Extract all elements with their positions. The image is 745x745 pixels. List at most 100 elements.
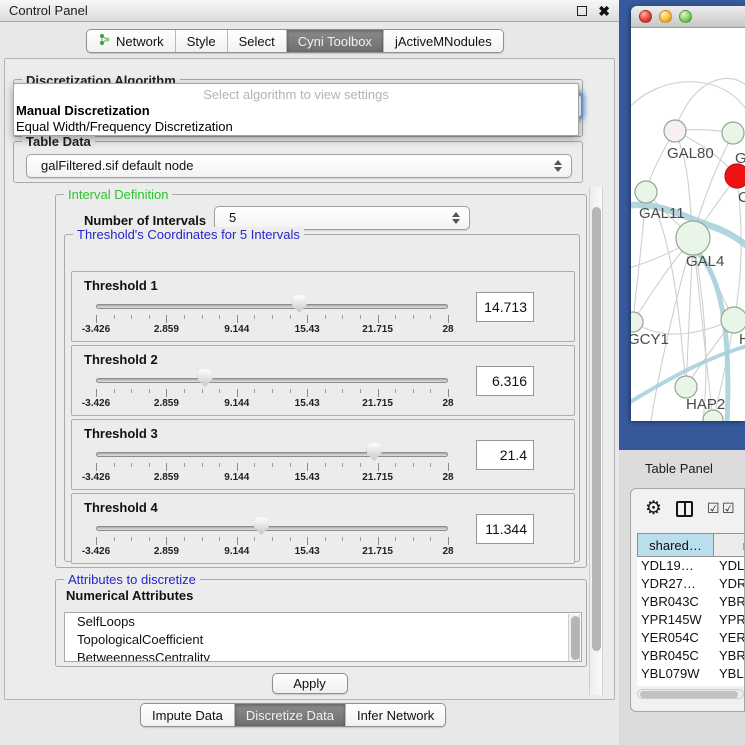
- slider-tick: [131, 537, 132, 541]
- slider-tick: [307, 537, 308, 545]
- panel-title: Control Panel: [9, 0, 88, 22]
- slider-tick: [96, 315, 97, 323]
- table-row[interactable]: YBL079WYBL0: [637, 665, 745, 683]
- gear-icon[interactable]: ⚙: [645, 497, 662, 520]
- slider-track[interactable]: [96, 378, 448, 383]
- close-traffic-light-icon[interactable]: [639, 10, 652, 23]
- threshold-value-field[interactable]: 14.713: [476, 292, 534, 322]
- network-node-gal80[interactable]: [664, 120, 686, 142]
- tick-label: 28: [426, 324, 470, 335]
- slider-thumb[interactable]: [198, 369, 213, 387]
- slider-tick: [219, 537, 220, 541]
- list-vertical-scrollbar[interactable]: [568, 614, 580, 662]
- threshold-value-field[interactable]: 11.344: [476, 514, 534, 544]
- network-node-gcy1[interactable]: [631, 312, 643, 332]
- cell-shared-name: YBL079W: [641, 665, 713, 683]
- table-row[interactable]: YDR27… YDR2: [637, 575, 745, 593]
- threshold-value-field[interactable]: 21.4: [476, 440, 534, 470]
- dropdown-item[interactable]: Manual Discretization: [14, 103, 578, 119]
- table-horizontal-scrollbar[interactable]: [637, 689, 744, 699]
- table-data-combobox[interactable]: galFiltered.sif default node: [26, 154, 572, 178]
- network-canvas[interactable]: GAL80GACGAL11GAL4GCY1HHAP2: [631, 28, 745, 421]
- tab-jactivemnodules[interactable]: jActiveMNodules: [383, 30, 503, 52]
- network-node-gal4[interactable]: [676, 221, 710, 255]
- cell-name: YDR2: [719, 575, 745, 593]
- tab-select[interactable]: Select: [227, 30, 286, 52]
- table-row[interactable]: YBR045CYBR0: [637, 647, 745, 665]
- tab-discretize-data[interactable]: Discretize Data: [234, 704, 345, 726]
- slider-tick: [378, 537, 379, 545]
- numerical-attributes-label: Numerical Attributes: [66, 588, 193, 603]
- slider-thumb[interactable]: [254, 517, 269, 535]
- float-window-icon[interactable]: [577, 6, 587, 16]
- network-node-hap2[interactable]: [675, 376, 697, 398]
- list-item[interactable]: BetweennessCentrality: [65, 649, 581, 662]
- cell-shared-name: YDR27…: [641, 575, 713, 593]
- slider-thumb[interactable]: [367, 443, 382, 461]
- checkbox-icon[interactable]: ☑: [707, 500, 720, 517]
- tab-cyni-toolbox[interactable]: Cyni Toolbox: [286, 30, 383, 52]
- panel-vertical-scrollbar[interactable]: [589, 187, 603, 695]
- table-panel: ⚙ ☑ ☑ shared… name YDL19…YDL1YDR27…YDR2Y…: [630, 488, 745, 712]
- slider-tick: [237, 463, 238, 471]
- node-attribute-table[interactable]: shared… name YDL19…YDL1YDR27… YDR2YBR043C…: [637, 533, 745, 686]
- cell-name: YER0: [719, 629, 745, 647]
- group-title: Threshold's Coordinates for 5 Intervals: [73, 227, 304, 242]
- network-node-gal11[interactable]: [635, 181, 657, 203]
- table-row[interactable]: YPR145WYPR1: [637, 611, 745, 629]
- split-columns-icon[interactable]: [676, 501, 693, 517]
- list-item[interactable]: SelfLoops: [65, 613, 581, 631]
- column-header-name[interactable]: name: [714, 533, 745, 557]
- table-row[interactable]: YBR043CYBR0: [637, 593, 745, 611]
- table-row[interactable]: YDL19…YDL1: [637, 557, 745, 575]
- scrollbar-thumb[interactable]: [571, 616, 580, 660]
- threshold-box: Threshold 4-3.4262.8599.14415.4321.71528…: [71, 493, 575, 564]
- slider-tick: [325, 463, 326, 467]
- table-row[interactable]: YLR345WYLR3: [637, 683, 745, 686]
- scrollbar-thumb[interactable]: [592, 207, 601, 651]
- table-row[interactable]: YER054CYER0: [637, 629, 745, 647]
- slider-track[interactable]: [96, 526, 448, 531]
- minimize-traffic-light-icon[interactable]: [659, 10, 672, 23]
- network-node-h[interactable]: [721, 307, 745, 333]
- list-item[interactable]: TopologicalCoefficient: [65, 631, 581, 649]
- scrollbar-thumb[interactable]: [640, 691, 738, 698]
- slider-tick: [413, 463, 414, 467]
- apply-button[interactable]: Apply: [272, 673, 348, 694]
- attributes-list[interactable]: SelfLoopsTopologicalCoefficientBetweenne…: [64, 612, 582, 662]
- dropdown-item[interactable]: Equal Width/Frequency Discretization: [14, 119, 578, 135]
- slider-thumb[interactable]: [292, 295, 307, 313]
- network-window-titlebar[interactable]: [631, 6, 745, 28]
- node-label: GA: [735, 150, 745, 167]
- cyni-bottom-tabs: Impute Data Discretize DataInfer Network: [140, 703, 446, 727]
- tab-impute-data[interactable]: Impute Data: [141, 704, 234, 726]
- slider-tick: [96, 537, 97, 545]
- slider-track[interactable]: [96, 304, 448, 309]
- column-header-shared-name[interactable]: shared…: [637, 533, 714, 557]
- tab-label: Style: [187, 34, 216, 49]
- tab-network[interactable]: Network: [87, 30, 175, 52]
- slider-tick: [342, 389, 343, 393]
- checkbox-icon[interactable]: ☑: [722, 500, 735, 517]
- close-icon[interactable]: ✖: [598, 1, 610, 21]
- tab-style[interactable]: Style: [175, 30, 227, 52]
- network-node[interactable]: [725, 164, 745, 188]
- slider-tick: [184, 463, 185, 467]
- tab-infer-network[interactable]: Infer Network: [345, 704, 445, 726]
- slider-tick: [413, 389, 414, 393]
- zoom-traffic-light-icon[interactable]: [679, 10, 692, 23]
- slider-ticks: [96, 537, 448, 546]
- slider-track[interactable]: [96, 452, 448, 457]
- slider-tick: [149, 463, 150, 467]
- tick-label: 28: [426, 398, 470, 409]
- threshold-value-field[interactable]: 6.316: [476, 366, 534, 396]
- network-node[interactable]: [722, 122, 744, 144]
- slider-tick: [96, 389, 97, 397]
- slider-tick: [219, 463, 220, 467]
- slider-tick: [395, 537, 396, 541]
- slider-tick: [360, 315, 361, 319]
- tab-label: Impute Data: [152, 708, 223, 723]
- slider-tick: [166, 315, 167, 323]
- node-label: GAL4: [686, 253, 724, 270]
- network-edge[interactable]: [631, 82, 745, 108]
